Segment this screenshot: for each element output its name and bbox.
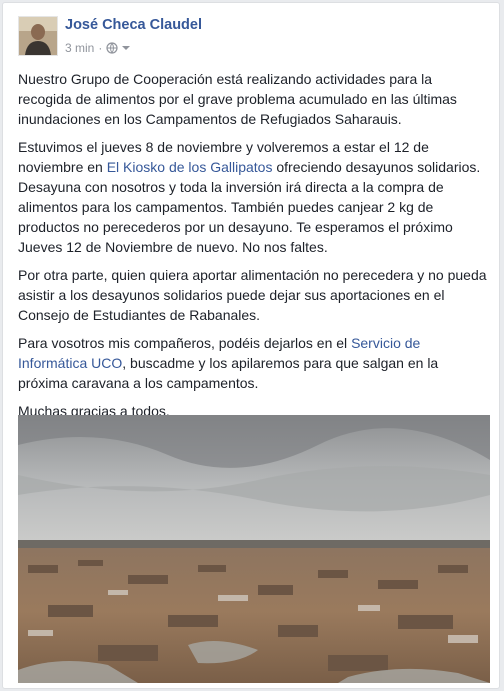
- post-paragraph: Para vosotros mis compañeros, podéis dej…: [18, 333, 488, 393]
- globe-icon[interactable]: [106, 42, 118, 54]
- post-body: Nuestro Grupo de Cooperación está realiz…: [18, 69, 488, 429]
- page-link-kiosko[interactable]: El Kiosko de los Gallipatos: [107, 159, 273, 175]
- post-paragraph: Por otra parte, quien quiera aportar ali…: [18, 267, 487, 323]
- paragraph-text: Para vosotros mis compañeros, podéis dej…: [18, 335, 352, 351]
- post-paragraph: Nuestro Grupo de Cooperación está realiz…: [18, 71, 457, 127]
- post-paragraph: Estuvimos el jueves 8 de noviembre y vol…: [18, 137, 488, 257]
- author-avatar[interactable]: [18, 16, 58, 56]
- post-card: José Checa Claudel 3 min · Nuestro Grupo…: [2, 2, 500, 689]
- post-photo[interactable]: [18, 415, 490, 683]
- post-timestamp[interactable]: 3 min: [65, 41, 94, 55]
- meta-separator: ·: [98, 41, 103, 55]
- post-meta: 3 min ·: [65, 41, 131, 55]
- chevron-down-icon[interactable]: [121, 44, 131, 52]
- author-name[interactable]: José Checa Claudel: [65, 17, 202, 33]
